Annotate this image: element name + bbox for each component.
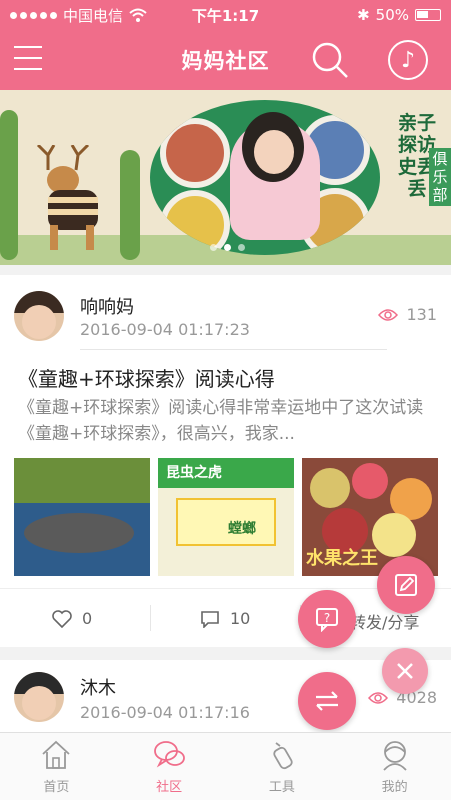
- status-bar: 中国电信 下午1:17 ✱ 50%: [0, 0, 451, 30]
- music-note-icon[interactable]: ♪: [388, 40, 428, 80]
- tab-tools[interactable]: 工具: [226, 733, 339, 800]
- question-button[interactable]: ?: [298, 590, 356, 648]
- close-menu-button[interactable]: [382, 648, 428, 694]
- page-title: 妈妈社区: [181, 49, 270, 73]
- bottom-tab-bar: 首页 社区 工具 我的: [0, 732, 451, 800]
- tab-home[interactable]: 首页: [0, 733, 113, 800]
- comment-button[interactable]: 10: [200, 609, 250, 628]
- tab-community[interactable]: 社区: [113, 733, 226, 800]
- post-excerpt[interactable]: 《童趣+环球探索》阅读心得非常幸运地中了这次试读《童趣+环球探索》，很高兴，我家…: [18, 395, 434, 447]
- author-name[interactable]: 沐木: [80, 674, 116, 700]
- like-count: 0: [82, 609, 93, 628]
- banner-subtitle: 俱乐部: [429, 148, 451, 206]
- comment-icon: [201, 610, 219, 628]
- swap-arrows-icon: [316, 691, 338, 711]
- post-datetime: 2016-09-04 01:17:23: [80, 320, 250, 339]
- eye-icon: [368, 691, 389, 704]
- heart-icon: [52, 609, 72, 628]
- menu-button[interactable]: [14, 46, 42, 70]
- eye-icon: [378, 308, 399, 321]
- close-icon: [397, 663, 413, 679]
- thumb-label: 昆虫之虎: [158, 458, 294, 488]
- post-title[interactable]: 《童趣+环球探索》阅读心得: [18, 363, 275, 392]
- comment-count: 10: [230, 609, 251, 628]
- action-separator: [150, 605, 151, 631]
- avatar[interactable]: [14, 291, 64, 341]
- home-icon: [42, 740, 70, 769]
- view-count: 131: [378, 305, 437, 324]
- svg-text:?: ?: [324, 611, 330, 625]
- post-images: 昆虫之虎 螳螂 水果之王: [14, 458, 438, 576]
- avatar[interactable]: [14, 672, 64, 722]
- question-chat-icon: ?: [316, 608, 338, 632]
- top-bar: 中国电信 下午1:17 ✱ 50% 妈妈社区 ♪: [0, 0, 451, 90]
- banner-photo: [150, 100, 380, 255]
- post-datetime: 2016-09-04 01:17:16: [80, 703, 250, 722]
- post-image[interactable]: [14, 458, 150, 576]
- view-count-value: 131: [406, 305, 437, 324]
- header-divider: [80, 349, 387, 350]
- tab-label: 我的: [381, 780, 408, 795]
- tab-label: 工具: [268, 780, 295, 795]
- banner-carousel[interactable]: 亲子探访史丢丢 俱乐部: [0, 90, 451, 265]
- tab-profile[interactable]: 我的: [338, 733, 451, 800]
- app-header: 妈妈社区 ♪: [0, 30, 451, 90]
- search-icon[interactable]: [310, 40, 350, 80]
- thumb-label: 水果之王: [306, 548, 378, 569]
- swap-button[interactable]: [298, 672, 356, 730]
- status-time: 下午1:17: [191, 6, 260, 25]
- author-name[interactable]: 响响妈: [80, 293, 134, 319]
- post-image[interactable]: 昆虫之虎 螳螂: [158, 458, 294, 576]
- like-button[interactable]: 0: [52, 609, 92, 628]
- tab-label: 社区: [156, 780, 183, 795]
- pencil-icon: [395, 574, 417, 596]
- battery-icon: [415, 9, 441, 21]
- bottle-icon: [273, 742, 293, 770]
- community-icon: [154, 741, 186, 768]
- thumb-label: 螳螂: [228, 521, 256, 537]
- deer-illustration: [36, 145, 98, 250]
- cactus-decoration: [0, 110, 18, 260]
- carousel-indicator: [210, 244, 245, 251]
- tab-label: 首页: [43, 780, 70, 795]
- profile-icon: [382, 741, 407, 771]
- compose-button[interactable]: [377, 556, 435, 614]
